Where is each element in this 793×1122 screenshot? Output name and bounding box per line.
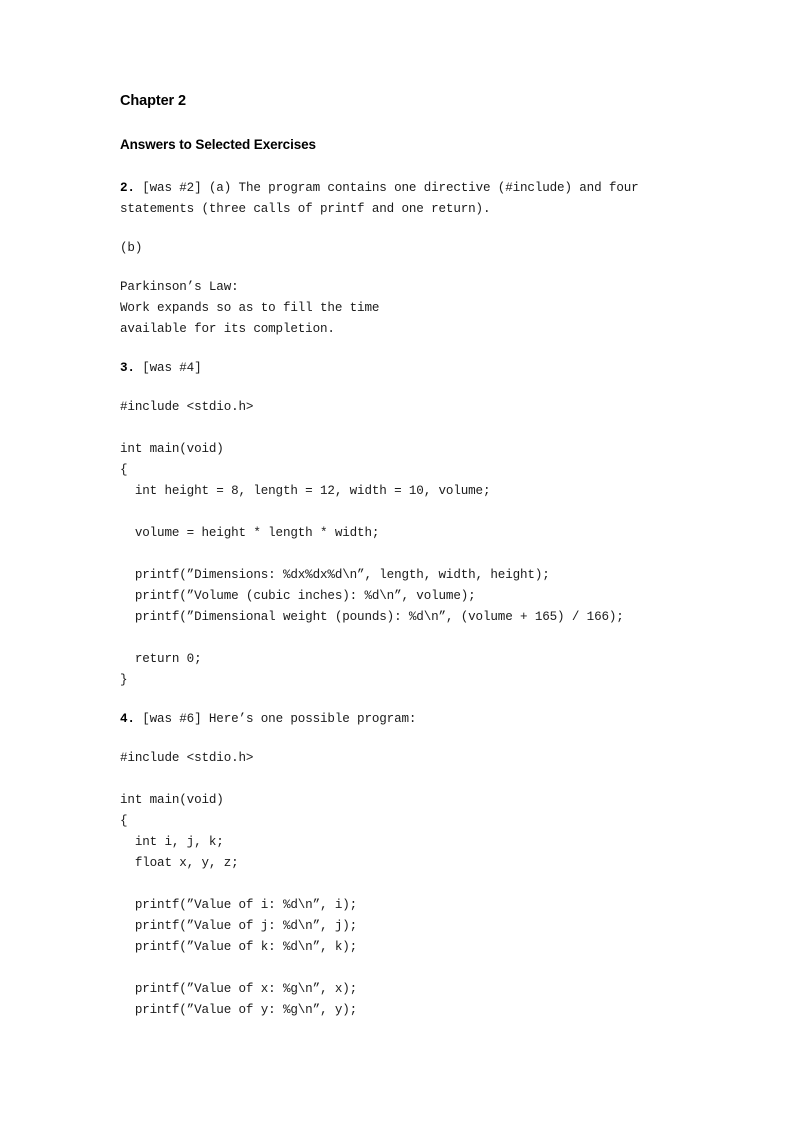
document-page: Chapter 2 Answers to Selected Exercises …: [0, 0, 793, 1122]
page-content: Chapter 2 Answers to Selected Exercises …: [120, 92, 720, 1021]
page-title: Chapter 2: [120, 93, 186, 109]
exercise-2-text: [was #2] (a) The program contains one di…: [120, 181, 646, 216]
exercise-3-code-block: #include <stdio.h> int main(void) { int …: [120, 400, 624, 687]
exercise-4-code-block: #include <stdio.h> int main(void) { int …: [120, 751, 358, 1017]
exercise-3-text: [was #4]: [134, 361, 202, 375]
exercise-2-part-b-label: (b): [120, 241, 143, 255]
exercise-2-number: 2.: [120, 181, 135, 195]
exercise-4-text: [was #6] Here’s one possible program:: [134, 712, 417, 726]
exercise-4-paragraph: 4. [was #6] Here’s one possible program:: [120, 709, 720, 730]
exercise-2-paragraph: 2. [was #2] (a) The program contains one…: [120, 178, 720, 220]
exercise-3-paragraph: 3. [was #4]: [120, 358, 720, 379]
exercise-4-number: 4.: [120, 712, 135, 726]
parkinsons-law-quote: Parkinson’s Law: Work expands so as to f…: [120, 280, 380, 336]
exercise-3-number: 3.: [120, 361, 135, 375]
section-heading: Answers to Selected Exercises: [120, 137, 316, 152]
